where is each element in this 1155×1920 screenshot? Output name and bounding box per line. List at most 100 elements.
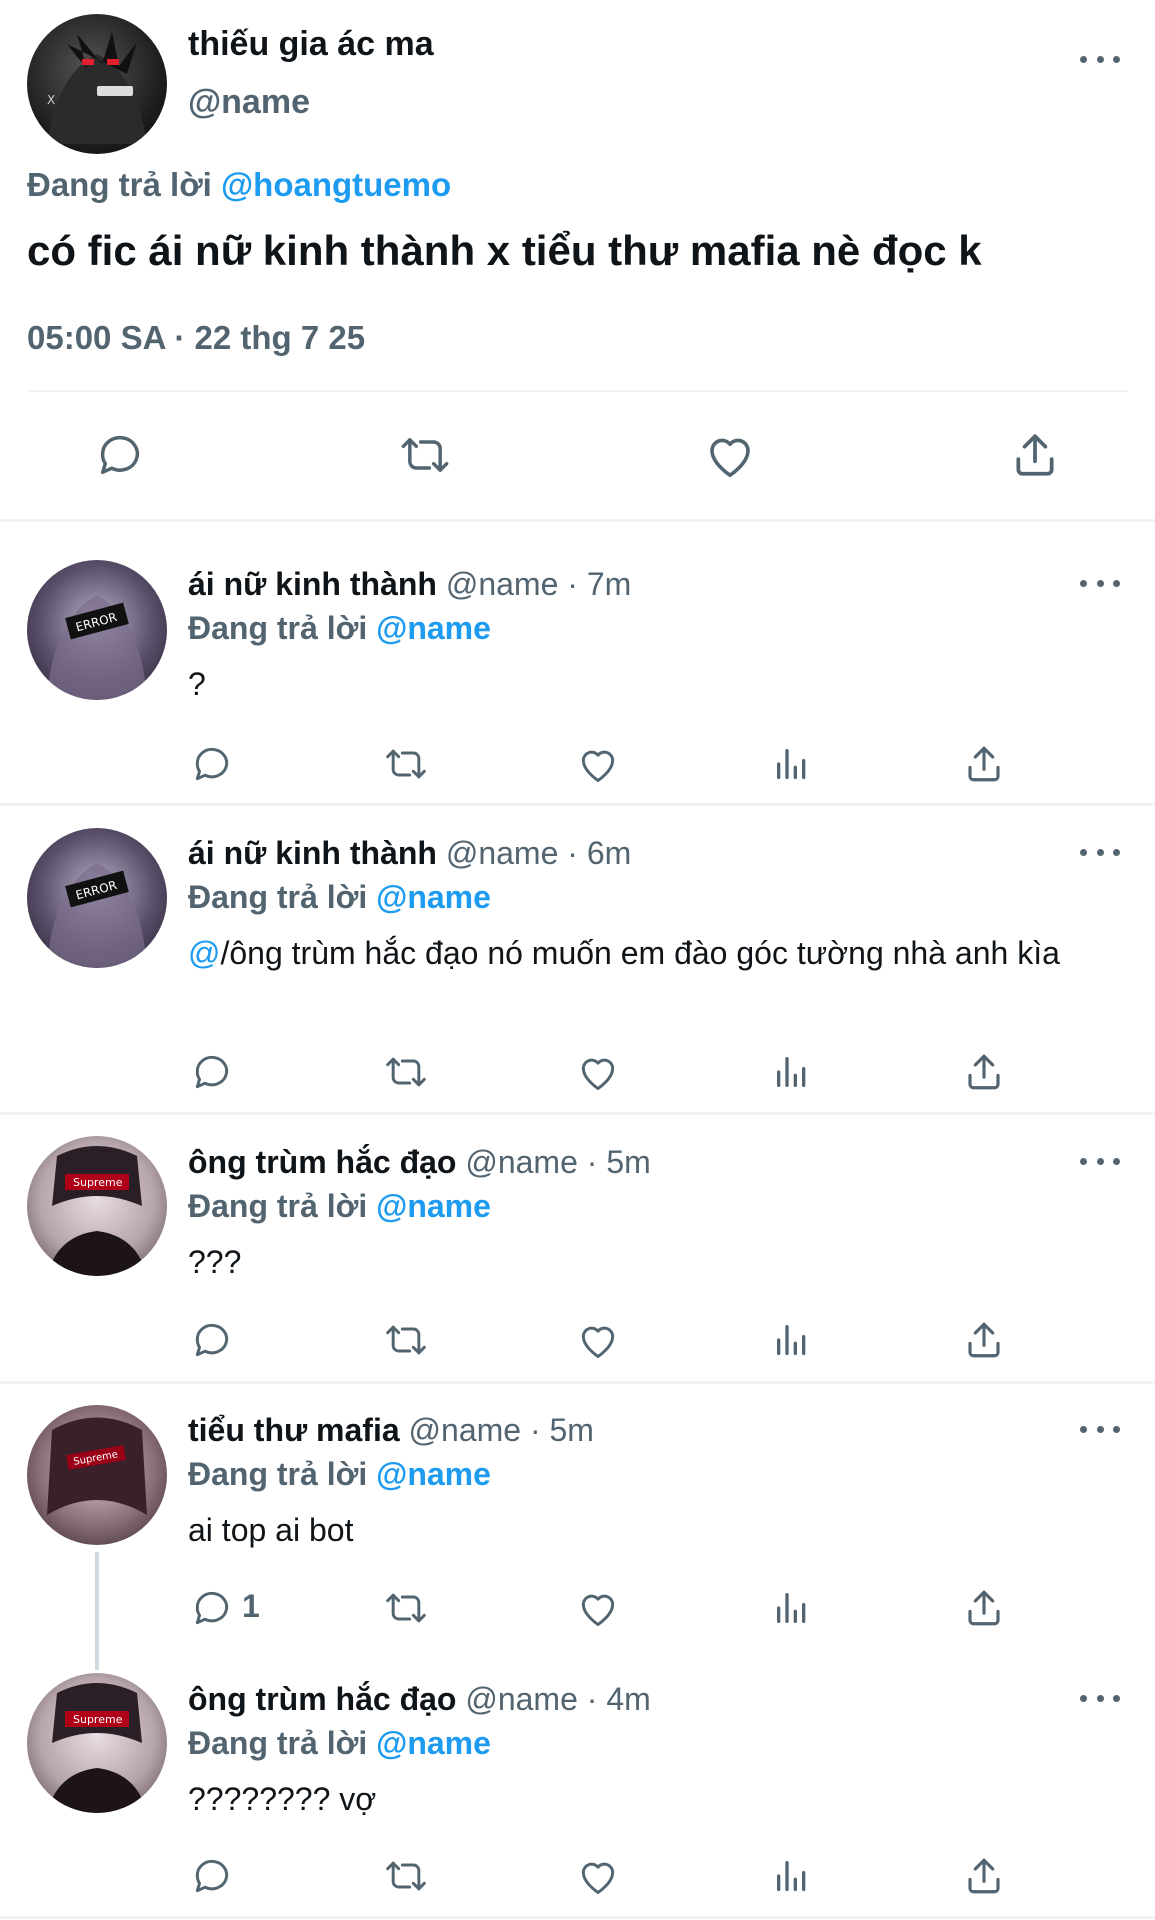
display-name[interactable]: ái nữ kinh thành — [188, 566, 437, 602]
mention-link[interactable]: @hoangtuemo — [221, 166, 451, 203]
views-icon[interactable] — [768, 1852, 816, 1900]
svg-text:X: X — [47, 93, 55, 107]
replying-to: Đang trả lời @name — [188, 1454, 491, 1494]
retweet-icon[interactable] — [395, 425, 455, 485]
replying-label: Đang trả lời — [27, 166, 212, 203]
reply-icon[interactable] — [188, 740, 236, 788]
mention-link[interactable]: @ — [188, 935, 220, 971]
replying-to: Đang trả lời @hoangtuemo — [27, 165, 451, 205]
share-icon[interactable] — [960, 740, 1008, 788]
relative-time[interactable]: · 7m — [567, 566, 631, 602]
divider — [0, 1112, 1155, 1115]
handle[interactable]: @name — [409, 1412, 522, 1448]
replying-label: Đang trả lời — [188, 1188, 368, 1224]
display-name[interactable]: ông trùm hắc đạo — [188, 1681, 456, 1717]
tweet-text: có fic ái nữ kinh thành x tiểu thư mafia… — [27, 227, 982, 274]
reply-body: /ông trùm hắc đạo nó muốn em đào góc tườ… — [220, 935, 1060, 971]
reply-icon[interactable] — [188, 1316, 236, 1364]
avatar[interactable]: ERROR — [27, 560, 167, 700]
reply-header: ái nữ kinh thành @name · 6m — [188, 833, 631, 873]
reply-text: ???????? vợ — [188, 1781, 377, 1817]
handle[interactable]: @name — [465, 1681, 578, 1717]
more-options-icon[interactable] — [1080, 51, 1120, 67]
like-icon[interactable] — [574, 1048, 622, 1096]
reply-header: ông trùm hắc đạo @name · 4m — [188, 1679, 651, 1719]
replying-label: Đang trả lời — [188, 1725, 368, 1761]
reply-header: tiểu thư mafia @name · 5m — [188, 1410, 594, 1450]
like-icon[interactable] — [574, 1852, 622, 1900]
mention-link[interactable]: @name — [376, 1725, 491, 1761]
replying-to: Đang trả lời @name — [188, 1186, 491, 1226]
reply-icon[interactable] — [188, 1584, 236, 1632]
handle[interactable]: @name — [446, 566, 559, 602]
divider — [0, 519, 1155, 522]
retweet-icon[interactable] — [380, 1316, 432, 1364]
retweet-icon[interactable] — [380, 1852, 432, 1900]
divider — [0, 1381, 1155, 1384]
share-icon[interactable] — [960, 1316, 1008, 1364]
reply-text: ? — [188, 666, 206, 702]
more-options-icon[interactable] — [1080, 844, 1120, 860]
display-name[interactable]: thiếu gia ác ma — [188, 24, 434, 64]
reply-text: @/ông trùm hắc đạo nó muốn em đào góc tư… — [188, 933, 1128, 973]
relative-time[interactable]: · 6m — [567, 835, 631, 871]
more-options-icon[interactable] — [1080, 1153, 1120, 1169]
timestamp[interactable]: 05:00 SA · 22 thg 7 25 — [27, 318, 365, 358]
replying-label: Đang trả lời — [188, 1456, 368, 1492]
share-icon[interactable] — [960, 1584, 1008, 1632]
avatar[interactable]: X — [27, 14, 167, 154]
avatar[interactable]: ERROR — [27, 828, 167, 968]
display-name[interactable]: tiểu thư mafia — [188, 1412, 400, 1448]
relative-time[interactable]: · 4m — [587, 1681, 651, 1717]
like-icon[interactable] — [574, 1584, 622, 1632]
mention-link[interactable]: @name — [376, 879, 491, 915]
relative-time[interactable]: · 5m — [530, 1412, 594, 1448]
more-options-icon[interactable] — [1080, 1421, 1120, 1437]
retweet-icon[interactable] — [380, 740, 432, 788]
views-icon[interactable] — [768, 740, 816, 788]
share-icon[interactable] — [1005, 425, 1065, 485]
display-name[interactable]: ái nữ kinh thành — [188, 835, 437, 871]
handle[interactable]: @name — [446, 835, 559, 871]
handle[interactable]: @name — [188, 82, 310, 122]
mention-link[interactable]: @name — [376, 610, 491, 646]
reply-icon[interactable] — [188, 1048, 236, 1096]
views-icon[interactable] — [768, 1048, 816, 1096]
divider — [0, 1916, 1155, 1919]
reply-icon[interactable] — [90, 425, 150, 485]
reply-text: ??? — [188, 1244, 242, 1280]
more-options-icon[interactable] — [1080, 1690, 1120, 1706]
views-icon[interactable] — [768, 1316, 816, 1364]
avatar[interactable]: Supreme — [27, 1405, 167, 1545]
like-icon[interactable] — [574, 1316, 622, 1364]
like-icon[interactable] — [574, 740, 622, 788]
more-options-icon[interactable] — [1080, 575, 1120, 591]
replying-label: Đang trả lời — [188, 879, 368, 915]
avatar[interactable]: Supreme — [27, 1136, 167, 1276]
share-icon[interactable] — [960, 1852, 1008, 1900]
mention-link[interactable]: @name — [376, 1188, 491, 1224]
replying-label: Đang trả lời — [188, 610, 368, 646]
retweet-icon[interactable] — [380, 1048, 432, 1096]
reply-icon[interactable] — [188, 1852, 236, 1900]
avatar[interactable]: Supreme — [27, 1673, 167, 1813]
reply-count: 1 — [242, 1588, 260, 1624]
reply-header: ông trùm hắc đạo @name · 5m — [188, 1142, 651, 1182]
mention-link[interactable]: @name — [376, 1456, 491, 1492]
replying-to: Đang trả lời @name — [188, 608, 491, 648]
views-icon[interactable] — [768, 1584, 816, 1632]
replying-to: Đang trả lời @name — [188, 877, 491, 917]
relative-time[interactable]: · 5m — [587, 1144, 651, 1180]
handle[interactable]: @name — [465, 1144, 578, 1180]
thread-connector — [95, 1552, 99, 1670]
reply-header: ái nữ kinh thành @name · 7m — [188, 564, 631, 604]
divider — [0, 803, 1155, 806]
retweet-icon[interactable] — [380, 1584, 432, 1632]
divider — [27, 390, 1128, 392]
replying-to: Đang trả lời @name — [188, 1723, 491, 1763]
share-icon[interactable] — [960, 1048, 1008, 1096]
svg-text:Supreme: Supreme — [73, 1176, 123, 1189]
display-name[interactable]: ông trùm hắc đạo — [188, 1144, 456, 1180]
like-icon[interactable] — [700, 425, 760, 485]
reply-text: ai top ai bot — [188, 1512, 354, 1548]
